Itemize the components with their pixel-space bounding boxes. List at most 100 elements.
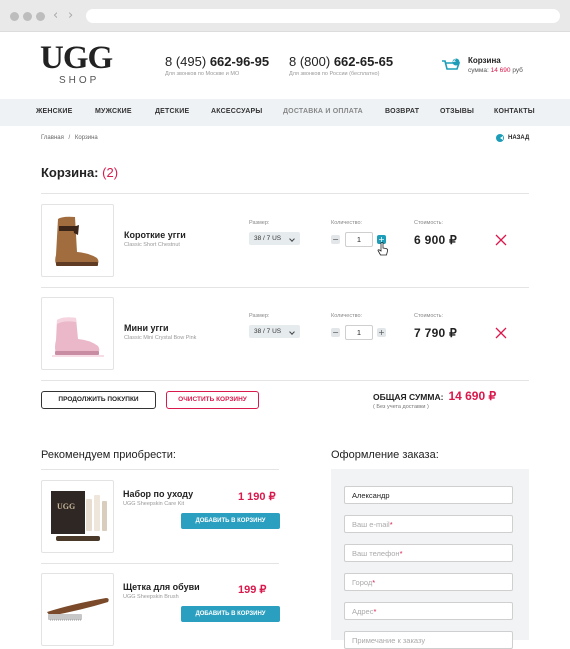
quantity-minus-button[interactable]: − <box>331 235 340 244</box>
required-mark: * <box>399 549 403 558</box>
back-link[interactable]: НАЗАД <box>496 134 529 142</box>
divider <box>41 469 279 470</box>
breadcrumb-separator: / <box>68 135 71 141</box>
recommend-item-name[interactable]: Щетка для обуви <box>123 582 200 592</box>
menu-item-delivery[interactable]: ДОСТАВКА И ОПЛАТА <box>283 108 363 115</box>
menu-item-contacts[interactable]: КОНТАКТЫ <box>494 108 535 115</box>
product-image-brush[interactable] <box>41 573 114 646</box>
window-maximize-dot[interactable] <box>36 12 45 21</box>
quantity-plus-button[interactable]: + <box>377 328 386 337</box>
name-field[interactable]: Александр <box>344 486 513 504</box>
menu-item-returns[interactable]: ВОЗВРАТ <box>385 108 419 115</box>
ugg-logo[interactable]: UGG SHOP <box>40 40 113 87</box>
required-mark: * <box>372 578 376 587</box>
phone-russia[interactable]: 8 (800) 662-65-65 Для звонков по России … <box>289 54 393 77</box>
cart-item: Короткие угги Classic Short Chestnut Раз… <box>41 204 529 277</box>
clear-cart-button[interactable]: ОЧИСТИТЬ КОРЗИНУ <box>166 391 259 409</box>
phone-moscow-code: 8 (495) <box>165 54 207 69</box>
phone-placeholder: Ваш телефон <box>352 549 400 558</box>
recommend-item: Щетка для обуви UGG Sheepskin Brush 199 … <box>41 573 280 646</box>
add-to-cart-button[interactable]: ДОБАВИТЬ В КОРЗИНУ <box>181 513 280 529</box>
menu-item-kids[interactable]: ДЕТСКИЕ <box>155 108 189 115</box>
order-title: Оформление заказа: <box>331 449 439 461</box>
page-title: Корзина: (2) <box>41 165 118 180</box>
total-value: 14 690 ₽ <box>448 389 497 403</box>
phone-russia-note: Для звонков по России (бесплатно) <box>289 71 380 77</box>
menu-item-accessories[interactable]: АКСЕССУАРЫ <box>211 108 262 115</box>
continue-shopping-button[interactable]: ПРОДОЛЖИТЬ ПОКУПКИ <box>41 391 156 409</box>
size-select[interactable]: 38 / 7 US <box>249 232 300 245</box>
cart-item-name[interactable]: Короткие угги <box>124 230 186 240</box>
recommend-item-price: 199 ₽ <box>238 584 267 596</box>
quantity-label: Количество: <box>331 313 363 319</box>
window-close-dot[interactable] <box>10 12 19 21</box>
menu-item-men[interactable]: МУЖСКИЕ <box>95 108 132 115</box>
boot-chestnut-icon <box>55 216 99 266</box>
cart-item-price: 7 790 ₽ <box>414 326 458 340</box>
recommend-item-subtitle: UGG Sheepskin Brush <box>123 594 179 600</box>
city-placeholder: Город <box>352 578 373 587</box>
phone-moscow-number: 662-96-95 <box>209 54 270 69</box>
cart-item-name[interactable]: Мини угги <box>124 323 169 333</box>
quantity-input[interactable]: 1 <box>345 232 373 247</box>
comment-field[interactable]: Примечание к заказу <box>344 631 513 649</box>
product-image-boot-pink[interactable] <box>41 297 114 370</box>
total-label: ОБЩАЯ СУММА: <box>373 392 444 402</box>
cart-item: Мини угги Classic Mini Crystal Bow Pink … <box>41 297 529 370</box>
hand-cursor-icon <box>377 242 388 256</box>
header-cart-title: Корзина <box>468 56 501 65</box>
menu-item-women[interactable]: ЖЕНСКИЕ <box>36 108 72 115</box>
header-cart-sum-label: сумма: <box>468 67 489 74</box>
back-arrow-icon <box>496 134 504 142</box>
header-cart-sum-value: 14 690 <box>490 67 511 74</box>
logo-text: UGG <box>40 40 113 76</box>
browser-chrome: ‹ › <box>0 0 570 32</box>
boot-pink-icon <box>52 317 104 357</box>
cart-icon <box>442 58 461 70</box>
divider <box>41 287 529 288</box>
quantity-minus-button[interactable]: − <box>331 328 340 337</box>
email-field[interactable]: Ваш e-mail* <box>344 515 513 533</box>
cart-count: (2) <box>102 165 119 180</box>
cart-total: ОБЩАЯ СУММА: 14 690 ₽ <box>373 389 496 403</box>
required-mark: * <box>389 520 393 529</box>
cost-label: Стоимость: <box>414 313 444 319</box>
quantity-input[interactable]: 1 <box>345 325 373 340</box>
brush-icon <box>47 598 109 621</box>
browser-forward-icon[interactable]: › <box>68 8 73 23</box>
cart-item-subtitle: Classic Short Chestnut <box>124 242 180 248</box>
add-to-cart-button[interactable]: ДОБАВИТЬ В КОРЗИНУ <box>181 606 280 622</box>
address-field[interactable]: Адрес* <box>344 602 513 620</box>
size-label: Размер: <box>249 313 270 319</box>
site-header: UGG SHOP 8 (495) 662-96-95 Для звонков п… <box>0 32 570 99</box>
browser-back-icon[interactable]: ‹ <box>53 8 58 23</box>
product-image-boot-chestnut[interactable] <box>41 204 114 277</box>
divider <box>41 380 529 381</box>
recommend-item-price: 1 190 ₽ <box>238 491 276 503</box>
recommend-title: Рекомендуем приобрести: <box>41 449 176 461</box>
recommend-item-name[interactable]: Набор по уходу <box>123 489 193 499</box>
breadcrumb-home[interactable]: Главная <box>41 135 64 141</box>
breadcrumb-current: Корзина <box>74 135 98 141</box>
comment-placeholder: Примечание к заказу <box>352 636 426 645</box>
window-minimize-dot[interactable] <box>23 12 32 21</box>
size-select[interactable]: 38 / 7 US <box>249 325 300 338</box>
phone-moscow-note: Для звонков по Москве и МО <box>165 71 240 77</box>
menu-item-reviews[interactable]: ОТЗЫВЫ <box>440 108 474 115</box>
phone-russia-number: 662-65-65 <box>333 54 394 69</box>
remove-item-icon[interactable] <box>495 234 507 246</box>
main-menu: ЖЕНСКИЕ МУЖСКИЕ ДЕТСКИЕ АКСЕССУАРЫ ДОСТА… <box>0 99 570 126</box>
phone-moscow[interactable]: 8 (495) 662-96-95 Для звонков по Москве … <box>165 54 269 77</box>
phone-russia-code: 8 (800) <box>289 54 331 69</box>
phone-field[interactable]: Ваш телефон* <box>344 544 513 562</box>
svg-text:UGG: UGG <box>57 502 75 511</box>
cart-title: Корзина: <box>41 165 99 180</box>
product-image-care-kit[interactable]: UGG <box>41 480 114 553</box>
recommend-item-subtitle: UGG Sheepskin Care Kit <box>123 501 185 507</box>
address-bar[interactable] <box>86 9 560 23</box>
required-mark: * <box>373 607 377 616</box>
care-kit-icon: UGG <box>51 491 107 541</box>
total-note: ( Без учета доставки ) <box>373 404 429 410</box>
city-field[interactable]: Город* <box>344 573 513 591</box>
remove-item-icon[interactable] <box>495 327 507 339</box>
